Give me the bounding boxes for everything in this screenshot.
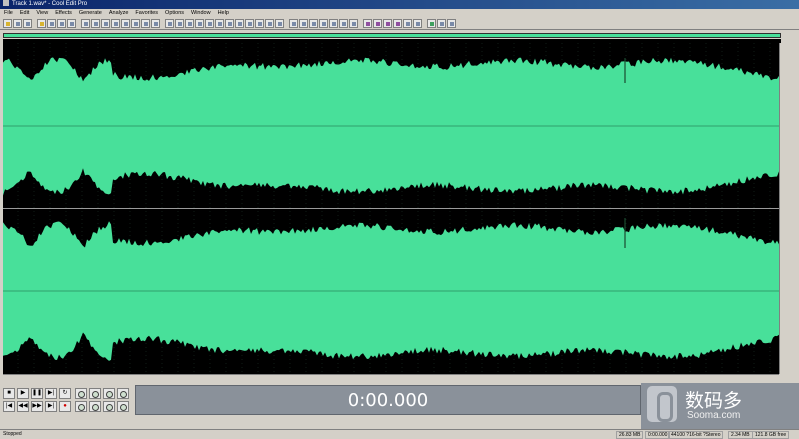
status-bar: Stopped 26.83 MB 0:00.000 44100 ?16-bit … bbox=[0, 429, 799, 439]
status-state: Stopped bbox=[3, 431, 22, 437]
zoom-full-icon[interactable] bbox=[103, 388, 115, 399]
noise-icon[interactable] bbox=[195, 18, 204, 28]
forward-icon[interactable]: ▶▶ bbox=[31, 401, 43, 412]
go-end-icon[interactable]: ▶| bbox=[45, 401, 57, 412]
waveform-display[interactable] bbox=[3, 43, 779, 374]
amplitude-ruler bbox=[779, 43, 799, 374]
zoom-right-icon[interactable] bbox=[103, 401, 115, 412]
status-cell-3: 2.34 MB bbox=[728, 431, 753, 439]
batch-icon[interactable] bbox=[427, 18, 436, 28]
zoom-selection-icon[interactable] bbox=[75, 401, 87, 412]
watermark-text-en: Sooma.com bbox=[687, 410, 741, 421]
cut-icon[interactable] bbox=[101, 18, 110, 28]
time-ruler bbox=[3, 374, 779, 382]
reverse-icon[interactable] bbox=[205, 18, 214, 28]
trim-icon[interactable] bbox=[141, 18, 150, 28]
menu-edit[interactable]: Edit bbox=[20, 9, 29, 17]
script-icon[interactable] bbox=[413, 18, 422, 28]
phase-view-icon[interactable] bbox=[393, 18, 402, 28]
go-start-icon[interactable]: |◀ bbox=[3, 401, 15, 412]
status-cell-1: 26.83 MB bbox=[616, 431, 644, 439]
menu-options[interactable]: Options bbox=[165, 9, 184, 17]
zoom-out-icon[interactable] bbox=[89, 388, 101, 399]
save-file-icon[interactable] bbox=[57, 18, 66, 28]
help-icon[interactable] bbox=[447, 18, 456, 28]
toolbar bbox=[0, 17, 799, 30]
statistics-icon[interactable] bbox=[319, 18, 328, 28]
phase-icon[interactable] bbox=[309, 18, 318, 28]
filter-icon[interactable] bbox=[265, 18, 274, 28]
delete-icon[interactable] bbox=[151, 18, 160, 28]
menu-bar: File Edit View Effects Generate Analyze … bbox=[0, 9, 799, 17]
menu-view[interactable]: View bbox=[36, 9, 48, 17]
stretch-icon[interactable] bbox=[275, 18, 284, 28]
spectral-view-icon[interactable] bbox=[373, 18, 382, 28]
normalize-icon[interactable] bbox=[175, 18, 184, 28]
play-to-end-icon[interactable]: ▶| bbox=[45, 388, 57, 399]
waveform-overview-bar[interactable] bbox=[3, 33, 781, 38]
record-icon[interactable]: ● bbox=[59, 401, 71, 412]
menu-generate[interactable]: Generate bbox=[79, 9, 102, 17]
save-icon[interactable] bbox=[23, 18, 32, 28]
frequency-icon[interactable] bbox=[299, 18, 308, 28]
marker-icon[interactable] bbox=[339, 18, 348, 28]
zoom-controls bbox=[75, 388, 129, 414]
bottom-panel: ■ ▶ ❚❚ ▶| ↻ |◀ ◀◀ ▶▶ ▶| ● 0:00.000 数码多 S… bbox=[0, 383, 799, 429]
time-display: 0:00.000 bbox=[135, 385, 641, 415]
new-icon[interactable] bbox=[37, 18, 46, 28]
mix-paste-icon[interactable] bbox=[131, 18, 140, 28]
watermark-text-cn: 数码多 bbox=[685, 390, 743, 412]
invert-icon[interactable] bbox=[215, 18, 224, 28]
scan-icon[interactable] bbox=[329, 18, 338, 28]
menu-window[interactable]: Window bbox=[191, 9, 211, 17]
redo-icon[interactable] bbox=[91, 18, 100, 28]
pause-icon[interactable]: ❚❚ bbox=[31, 388, 43, 399]
play-icon[interactable]: ▶ bbox=[17, 388, 29, 399]
menu-file[interactable]: File bbox=[4, 9, 13, 17]
reverb-icon[interactable] bbox=[245, 18, 254, 28]
menu-analyze[interactable]: Analyze bbox=[109, 9, 129, 17]
wave-view-icon[interactable] bbox=[363, 18, 372, 28]
status-cell-2: 0:00.000 bbox=[645, 431, 671, 439]
title-bar: Track 1.wav* - Cool Edit Pro bbox=[0, 0, 799, 9]
copy-icon[interactable] bbox=[111, 18, 120, 28]
stop-icon[interactable]: ■ bbox=[3, 388, 15, 399]
loop-icon[interactable]: ↻ bbox=[59, 388, 71, 399]
silence-icon[interactable] bbox=[225, 18, 234, 28]
amplify-icon[interactable] bbox=[165, 18, 174, 28]
cd-icon[interactable] bbox=[403, 18, 412, 28]
open-file-icon[interactable] bbox=[47, 18, 56, 28]
open-icon[interactable] bbox=[13, 18, 22, 28]
spectral-icon[interactable] bbox=[289, 18, 298, 28]
window-title: Track 1.wav* - Cool Edit Pro bbox=[12, 1, 88, 7]
status-format: 44100 ?16-bit ?Stereo bbox=[668, 431, 724, 439]
watermark-logo-icon bbox=[647, 386, 677, 422]
paste-icon[interactable] bbox=[121, 18, 130, 28]
rewind-icon[interactable]: ◀◀ bbox=[17, 401, 29, 412]
cue-icon[interactable] bbox=[349, 18, 358, 28]
zoom-in-icon[interactable] bbox=[75, 388, 87, 399]
zoom-vertical-out-icon[interactable] bbox=[117, 401, 129, 412]
zoom-vertical-in-icon[interactable] bbox=[117, 388, 129, 399]
multitrack-toggle-icon[interactable] bbox=[3, 18, 12, 28]
menu-help[interactable]: Help bbox=[218, 9, 229, 17]
eq-icon[interactable] bbox=[255, 18, 264, 28]
menu-effects[interactable]: Effects bbox=[55, 9, 72, 17]
echo-icon[interactable] bbox=[235, 18, 244, 28]
undo-icon[interactable] bbox=[81, 18, 90, 28]
menu-favorites[interactable]: Favorites bbox=[135, 9, 158, 17]
watermark: 数码多 Sooma.com bbox=[641, 383, 799, 429]
pan-view-icon[interactable] bbox=[383, 18, 392, 28]
print-icon[interactable] bbox=[67, 18, 76, 28]
transport-controls: ■ ▶ ❚❚ ▶| ↻ |◀ ◀◀ ▶▶ ▶| ● bbox=[3, 388, 71, 414]
fade-icon[interactable] bbox=[185, 18, 194, 28]
app-icon[interactable] bbox=[3, 0, 9, 7]
status-cell-4: 121.8 GB free bbox=[752, 431, 790, 439]
settings-icon[interactable] bbox=[437, 18, 446, 28]
zoom-left-icon[interactable] bbox=[89, 401, 101, 412]
